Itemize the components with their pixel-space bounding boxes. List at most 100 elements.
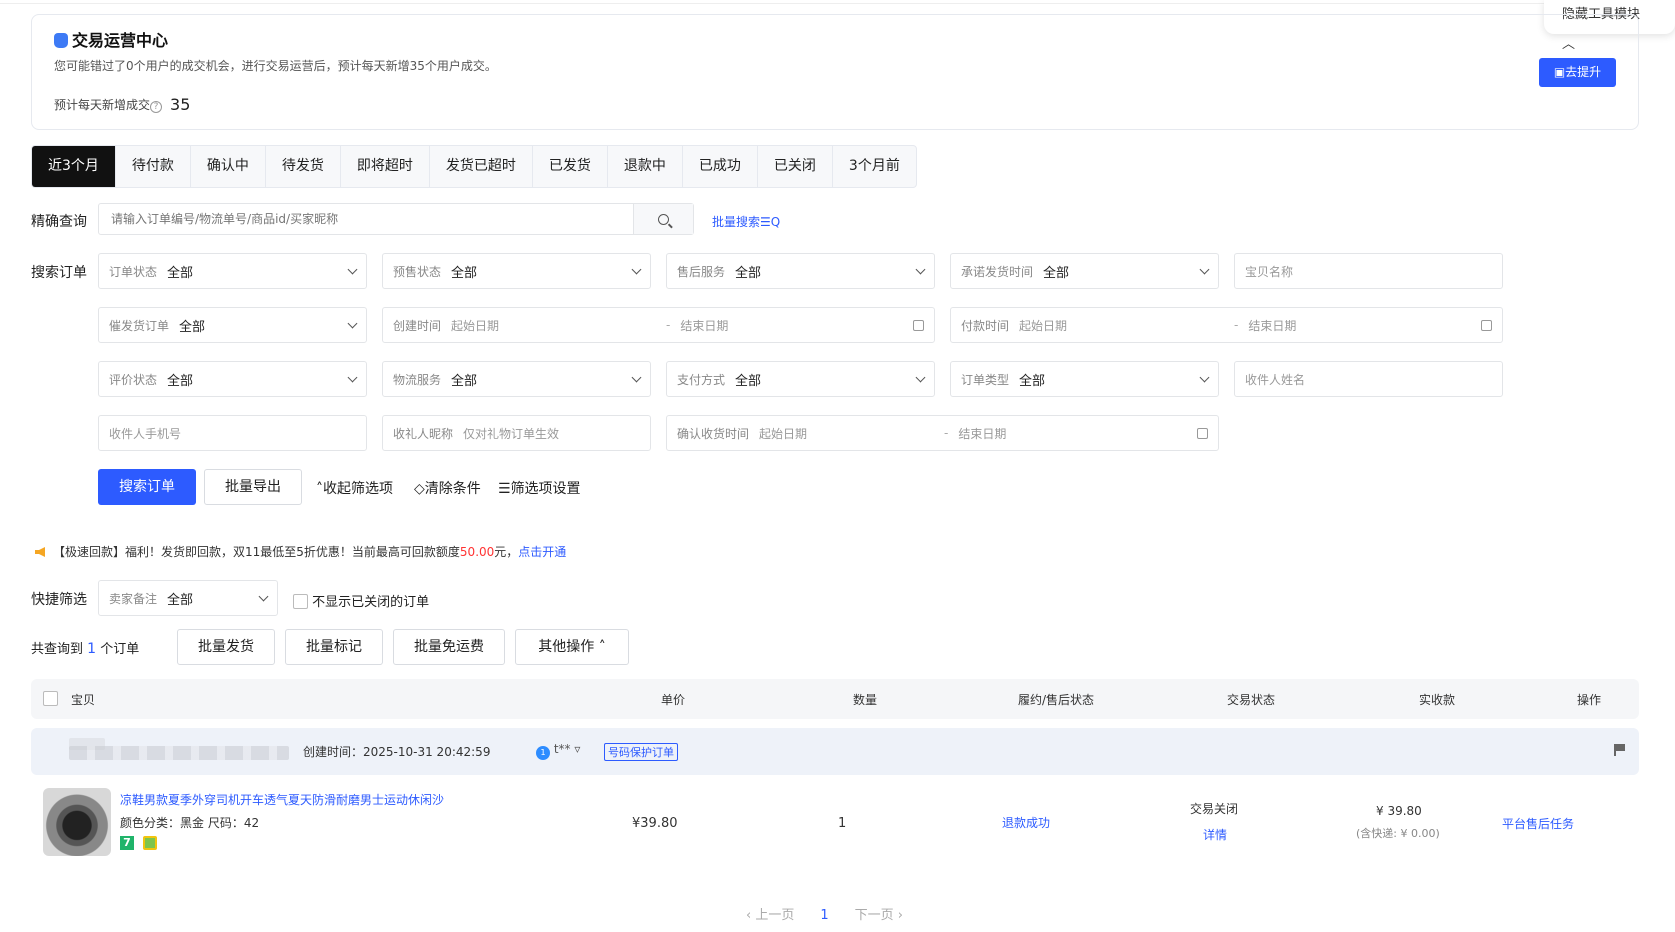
- gift-nick-input[interactable]: 收礼人昵称 仅对礼物订单生效: [382, 415, 651, 451]
- product-thumbnail[interactable]: [43, 788, 111, 856]
- buyer-nick: t**: [553, 742, 571, 756]
- pay-method-select[interactable]: 支付方式 全部: [666, 361, 935, 397]
- receiver-name-input[interactable]: 收件人姓名: [1234, 361, 1503, 397]
- field-label: 订单状态: [109, 264, 158, 279]
- precise-search-input[interactable]: [99, 204, 633, 234]
- field-label: 收礼人昵称: [393, 426, 454, 441]
- top-divider: [0, 0, 1675, 4]
- tab-3-months-ago[interactable]: 3个月前: [833, 146, 916, 187]
- confirm-receipt-time-range[interactable]: 确认收货时间 起始日期 - 结束日期: [666, 415, 1219, 451]
- range-dash: -: [944, 426, 949, 440]
- estimate-label: 预计每天新增成交: [54, 98, 151, 112]
- tab-succeeded[interactable]: 已成功: [683, 146, 758, 187]
- precise-search-box: [98, 203, 694, 235]
- tab-refunding[interactable]: 退款中: [608, 146, 683, 187]
- prev-page-button[interactable]: ‹ 上一页: [746, 908, 794, 923]
- tab-about-to-timeout[interactable]: 即将超时: [341, 146, 430, 187]
- other-actions-button[interactable]: 其他操作 ˄: [515, 629, 629, 665]
- review-status-select[interactable]: 评价状态 全部: [98, 361, 367, 397]
- detail-link[interactable]: 详情: [1203, 826, 1227, 843]
- next-page-button[interactable]: 下一页 ›: [855, 908, 903, 923]
- flag-icon[interactable]: [1614, 744, 1625, 756]
- quick-filter-label: 快捷筛选: [31, 592, 87, 608]
- tab-closed[interactable]: 已关闭: [758, 146, 833, 187]
- start-date[interactable]: 起始日期: [759, 425, 934, 442]
- search-icon: [658, 213, 669, 225]
- receiver-phone-input[interactable]: 收件人手机号: [98, 415, 367, 451]
- batch-search-link[interactable]: 批量搜索☰Q: [712, 213, 780, 230]
- help-icon[interactable]: ?: [150, 101, 163, 113]
- platform-aftersale-task-link[interactable]: 平台售后任务: [1502, 815, 1574, 832]
- start-date[interactable]: 起始日期: [1019, 317, 1224, 334]
- field-placeholder: 收件人手机号: [109, 426, 182, 441]
- product-title-link[interactable]: 凉鞋男款夏季外穿司机开车透气夏天防滑耐磨男士运动休闲沙: [120, 791, 444, 808]
- summary-prefix: 共查询到: [31, 642, 84, 657]
- batch-ship-button[interactable]: 批量发货: [177, 629, 275, 665]
- promote-label: 去提升: [1565, 65, 1602, 79]
- tab-shipped[interactable]: 已发货: [533, 146, 608, 187]
- end-date[interactable]: 结束日期: [680, 317, 913, 334]
- order-type-select[interactable]: 订单类型 全部: [950, 361, 1219, 397]
- presale-status-select[interactable]: 预售状态 全部: [382, 253, 651, 289]
- field-label: 承诺发货时间: [961, 264, 1034, 279]
- field-placeholder: 宝贝名称: [1245, 264, 1294, 279]
- header-paid: 实收款: [1419, 693, 1456, 707]
- filter-settings-button[interactable]: ☰筛选项设置: [498, 478, 581, 498]
- create-time-range[interactable]: 创建时间 起始日期 - 结束日期: [382, 307, 935, 343]
- field-value: 全部: [735, 373, 762, 389]
- trade-ops-card: 交易运营中心 您可能错过了0个用户的成交机会，进行交易运营后，预计每天新增35个…: [31, 14, 1639, 130]
- batch-export-button[interactable]: 批量导出: [204, 469, 302, 505]
- notice-text: 【极速回款】福利！发货即回款，双11最低至5折优惠！当前最高可回款额度: [53, 545, 460, 559]
- summary-suffix: 个订单: [100, 642, 140, 657]
- logistics-service-select[interactable]: 物流服务 全部: [382, 361, 651, 397]
- header-price: 单价: [661, 693, 686, 707]
- tab-pending-payment[interactable]: 待付款: [116, 146, 191, 187]
- clear-conditions-button[interactable]: ◇清除条件: [414, 478, 481, 498]
- hide-closed-toggle[interactable]: 不显示已关闭的订单: [293, 591, 429, 610]
- other-actions-label: 其他操作: [538, 639, 595, 655]
- aftersale-service-select[interactable]: 售后服务 全部: [666, 253, 935, 289]
- promote-icon: ▣: [1553, 65, 1566, 79]
- order-status-select[interactable]: 订单状态 全部: [98, 253, 367, 289]
- end-date[interactable]: 结束日期: [958, 425, 1197, 442]
- field-value: 全部: [167, 373, 194, 389]
- select-all-checkbox[interactable]: [43, 691, 58, 706]
- pagination: ‹ 上一页 1 下一页 ›: [746, 904, 903, 923]
- buyer-info[interactable]: 1 t** ▿: [536, 742, 580, 760]
- tab-shipping-overdue[interactable]: 发货已超时: [430, 146, 533, 187]
- collapse-filters-button[interactable]: ˄收起筛选项: [316, 478, 393, 498]
- field-value: 全部: [1019, 373, 1046, 389]
- tab-recent-3-months[interactable]: 近3个月: [32, 146, 116, 187]
- caret-up-icon: ˄: [598, 639, 606, 655]
- chevron-down-icon: [631, 372, 642, 382]
- aftersale-status-link[interactable]: 退款成功: [1002, 814, 1050, 831]
- tab-pending-shipment[interactable]: 待发货: [266, 146, 341, 187]
- tab-confirming[interactable]: 确认中: [191, 146, 266, 187]
- end-date[interactable]: 结束日期: [1248, 317, 1481, 334]
- header-item: 宝贝: [71, 693, 96, 707]
- batch-mark-button[interactable]: 批量标记: [285, 629, 383, 665]
- search-orders-label: 搜索订单: [31, 265, 87, 281]
- promote-button[interactable]: ▣去提升: [1539, 58, 1616, 87]
- field-label: 创建时间: [393, 318, 442, 333]
- promise-ship-time-select[interactable]: 承诺发货时间 全部: [950, 253, 1219, 289]
- order-header: 创建时间：2025-10-31 20:42:59 1 t** ▿ 号码保护订单: [31, 728, 1639, 775]
- chevron-down-icon: [915, 264, 926, 274]
- batch-free-shipping-button[interactable]: 批量免运费: [393, 629, 505, 665]
- start-date[interactable]: 起始日期: [451, 317, 656, 334]
- pay-time-range[interactable]: 付款时间 起始日期 - 结束日期: [950, 307, 1503, 343]
- hide-closed-checkbox[interactable]: [293, 594, 308, 609]
- search-orders-button[interactable]: 搜索订单: [98, 469, 196, 505]
- seller-remark-select[interactable]: 卖家备注 全部: [98, 580, 278, 616]
- urge-shipment-select[interactable]: 催发货订单 全部: [98, 307, 367, 343]
- unit-price: ¥39.80: [632, 816, 678, 831]
- chevron-down-icon: [915, 372, 926, 382]
- eraser-icon: ◇: [414, 481, 425, 497]
- seven-day-return-icon: 7: [120, 836, 134, 850]
- chat-bubble-icon[interactable]: 1: [536, 746, 550, 760]
- item-name-input[interactable]: 宝贝名称: [1234, 253, 1503, 289]
- activate-link[interactable]: 点击开通: [518, 545, 566, 559]
- filter-icon[interactable]: ▿: [574, 742, 580, 756]
- search-button[interactable]: [633, 204, 693, 234]
- current-page[interactable]: 1: [820, 908, 828, 923]
